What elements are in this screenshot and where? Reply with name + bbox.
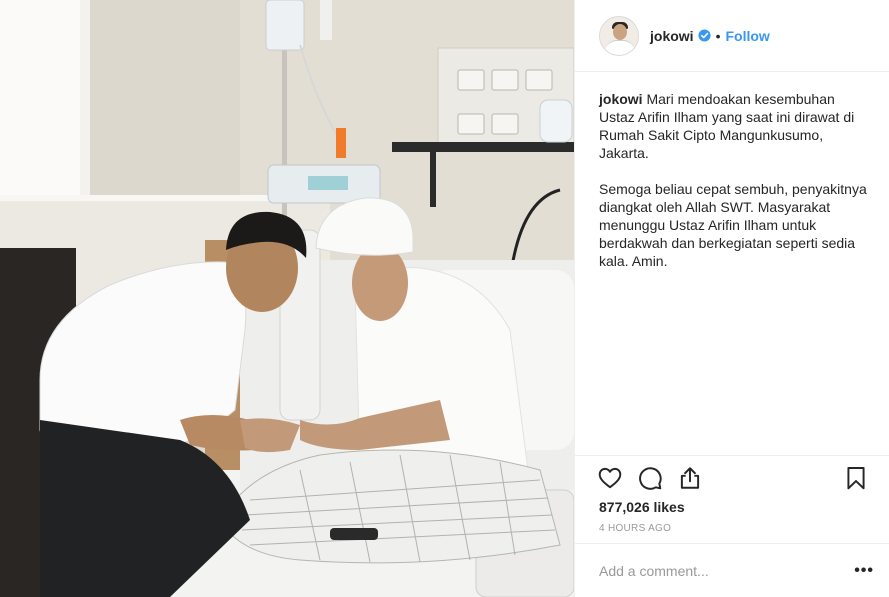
avatar-body <box>605 39 635 55</box>
likes-count[interactable]: 877,026 likes <box>599 499 685 515</box>
share-icon[interactable] <box>677 465 703 491</box>
caption-paragraph-2: Semoga beliau cepat sembuh, penyakitnya … <box>599 181 867 269</box>
caption-username[interactable]: jokowi <box>599 91 643 107</box>
verified-badge-icon <box>698 29 711 42</box>
profile-avatar[interactable] <box>599 15 639 56</box>
hospital-visit-photo <box>0 0 574 597</box>
post-photo[interactable] <box>0 0 574 597</box>
post-actions <box>575 455 889 495</box>
header-separator: • <box>715 27 721 44</box>
post-side-panel: jokowi • Follow jokowi Mari mendoakan ke… <box>574 0 889 597</box>
header-username[interactable]: jokowi <box>650 28 694 44</box>
heart-icon[interactable] <box>597 465 623 491</box>
comment-bar: ••• <box>575 543 889 597</box>
post-timestamp[interactable]: 4 HOURS AGO <box>599 523 671 534</box>
follow-button[interactable]: Follow <box>725 28 769 44</box>
comment-input[interactable] <box>599 562 854 579</box>
post-header: jokowi • Follow <box>575 0 889 72</box>
post-caption: jokowi Mari mendoakan kesembuhan Ustaz A… <box>599 90 869 288</box>
more-options-button[interactable]: ••• <box>854 562 874 580</box>
instagram-post: jokowi • Follow jokowi Mari mendoakan ke… <box>0 0 889 597</box>
avatar-face <box>613 23 627 40</box>
comment-icon[interactable] <box>637 465 663 491</box>
caption-paragraph-1: jokowi Mari mendoakan kesembuhan Ustaz A… <box>599 90 869 162</box>
bookmark-icon[interactable] <box>843 465 869 491</box>
